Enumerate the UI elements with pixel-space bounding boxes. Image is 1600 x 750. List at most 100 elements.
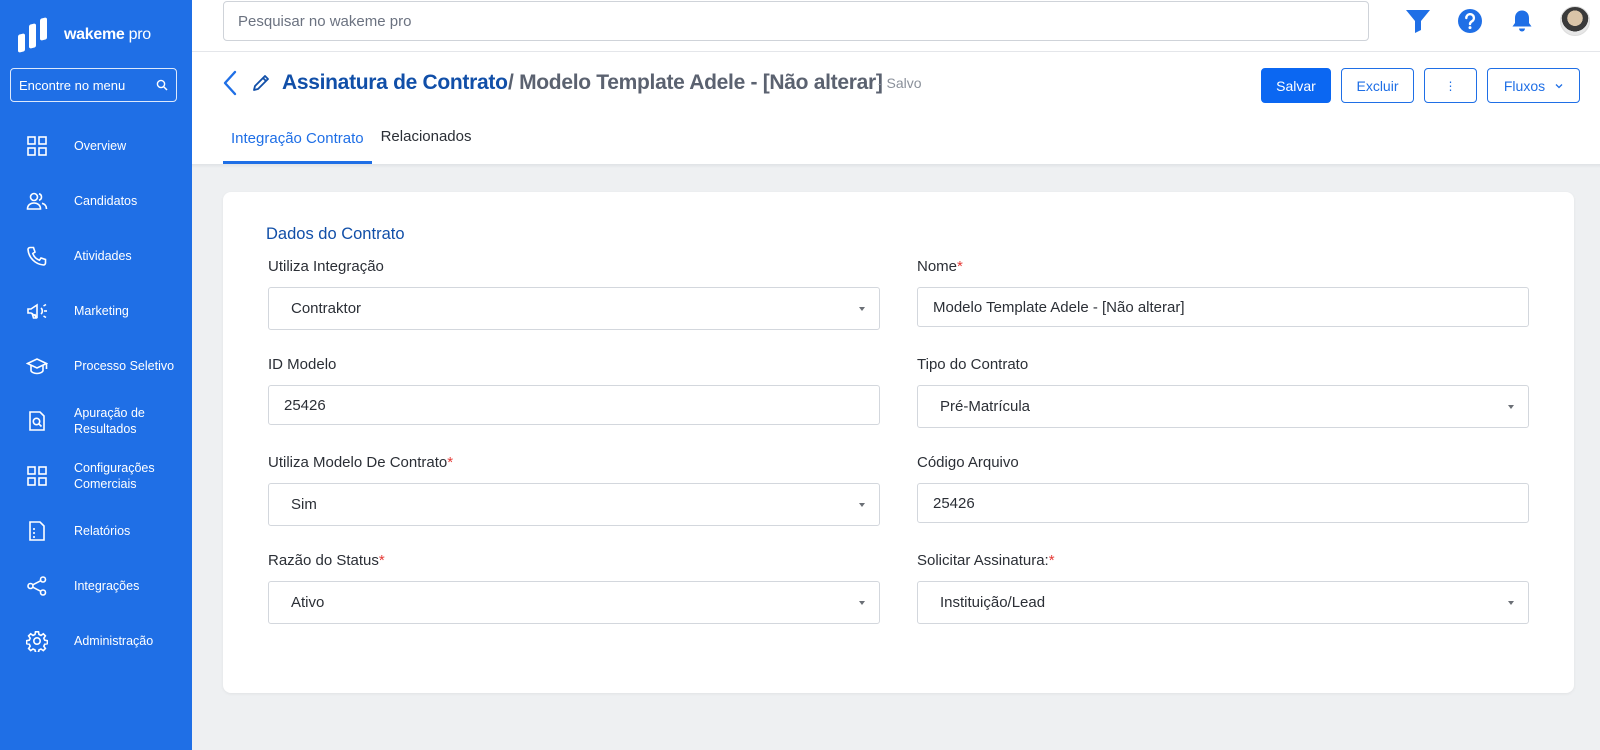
brand-logo[interactable]: wakeme pro bbox=[18, 17, 151, 53]
help-icon[interactable] bbox=[1456, 7, 1484, 35]
caret-down-icon bbox=[1508, 404, 1514, 409]
flows-button-label: Fluxos bbox=[1503, 77, 1546, 94]
field-id-modelo: ID Modelo 25426 bbox=[268, 356, 880, 425]
field-label: Razão do Status* bbox=[268, 552, 880, 572]
field-utiliza-integracao: Utiliza Integração Contraktor bbox=[268, 258, 880, 330]
field-utiliza-modelo: Utiliza Modelo De Contrato* Sim bbox=[268, 454, 880, 526]
field-label: Código Arquivo bbox=[917, 454, 1529, 474]
field-nome: Nome* Modelo Template Adele - [Não alter… bbox=[917, 258, 1529, 327]
save-status: - Salvo bbox=[878, 75, 922, 91]
nome-input[interactable]: Modelo Template Adele - [Não alterar] bbox=[917, 287, 1529, 327]
filter-icon[interactable] bbox=[1404, 7, 1432, 35]
field-label-text: Solicitar Assinatura: bbox=[917, 552, 1049, 569]
more-options-button[interactable]: ⋮ bbox=[1424, 68, 1477, 103]
tab-integracao-contrato[interactable]: Integração Contrato bbox=[223, 112, 372, 164]
megaphone-icon bbox=[26, 300, 48, 322]
page-title: Assinatura de Contrato bbox=[282, 71, 508, 94]
input-value: 25426 bbox=[933, 494, 975, 512]
input-value: Modelo Template Adele - [Não alterar] bbox=[933, 298, 1185, 316]
field-label-text: Utiliza Integração bbox=[268, 258, 384, 275]
required-marker: * bbox=[378, 552, 385, 569]
brand-name: wakeme pro bbox=[64, 26, 151, 44]
field-label: Tipo do Contrato bbox=[917, 356, 1529, 376]
razao-status-select[interactable]: Ativo bbox=[268, 581, 880, 624]
sidebar-item-apuracao-resultados[interactable]: Apuração de Resultados bbox=[0, 393, 192, 448]
sidebar-item-label: Configurações Comerciais bbox=[74, 460, 155, 491]
tab-relacionados[interactable]: Relacionados bbox=[373, 112, 480, 160]
grid-icon bbox=[26, 465, 48, 487]
sidebar-item-label: Integrações bbox=[74, 578, 140, 593]
sidebar-item-integracoes[interactable]: Integrações bbox=[0, 558, 192, 613]
field-solicitar-assinatura: Solicitar Assinatura:* Instituição/Lead bbox=[917, 552, 1529, 624]
id-modelo-input[interactable]: 25426 bbox=[268, 385, 880, 425]
global-search-input[interactable] bbox=[223, 1, 1369, 41]
field-label: Utiliza Modelo De Contrato* bbox=[268, 454, 880, 474]
sidebar-item-atividades[interactable]: Atividades bbox=[0, 228, 192, 283]
save-button[interactable]: Salvar bbox=[1261, 68, 1331, 103]
grid-icon bbox=[26, 135, 48, 157]
required-marker: * bbox=[447, 454, 454, 471]
select-value: Sim bbox=[291, 496, 317, 513]
sidebar-item-label: Atividades bbox=[74, 248, 132, 263]
tipo-contrato-select[interactable]: Pré-Matrícula bbox=[917, 385, 1529, 428]
field-label-text: Tipo do Contrato bbox=[917, 356, 1029, 373]
sidebar-item-label: Relatórios bbox=[74, 523, 131, 538]
sidebar-item-label: Candidatos bbox=[74, 193, 138, 208]
chevron-down-icon bbox=[1555, 83, 1563, 88]
search-icon bbox=[156, 79, 168, 91]
menu-search-placeholder: Encontre no menu bbox=[19, 77, 126, 93]
brand-name-light: pro bbox=[124, 26, 152, 43]
back-arrow-icon[interactable] bbox=[222, 70, 238, 96]
field-label: Nome* bbox=[917, 258, 1529, 278]
sidebar-item-processo-seletivo[interactable]: Processo Seletivo bbox=[0, 338, 192, 393]
utiliza-modelo-select[interactable]: Sim bbox=[268, 483, 880, 526]
field-codigo-arquivo: Código Arquivo 25426 bbox=[917, 454, 1529, 523]
top-bar-actions bbox=[1404, 6, 1590, 36]
field-label-text: Código Arquivo bbox=[917, 454, 1019, 471]
field-label-text: ID Modelo bbox=[268, 356, 337, 373]
codigo-arquivo-input[interactable]: 25426 bbox=[917, 483, 1529, 523]
menu-search-input[interactable]: Encontre no menu bbox=[10, 68, 177, 102]
delete-button[interactable]: Excluir bbox=[1341, 68, 1414, 103]
share-icon bbox=[26, 575, 48, 597]
caret-down-icon bbox=[859, 502, 865, 507]
field-tipo-contrato: Tipo do Contrato Pré-Matrícula bbox=[917, 356, 1529, 428]
report-icon bbox=[26, 520, 48, 542]
record-tabs: Integração Contrato Relacionados bbox=[223, 112, 481, 164]
sidebar-item-configuracoes-comerciais[interactable]: Configurações Comerciais bbox=[0, 448, 192, 503]
users-icon bbox=[26, 190, 48, 212]
document-search-icon bbox=[26, 410, 48, 432]
header-actions: Salvar Excluir ⋮ Fluxos bbox=[1261, 68, 1580, 103]
user-avatar[interactable] bbox=[1560, 6, 1590, 36]
bell-icon[interactable] bbox=[1508, 7, 1536, 35]
required-marker: * bbox=[1048, 552, 1055, 569]
contract-form-card: Dados do Contrato Utiliza Integração Con… bbox=[223, 192, 1574, 693]
section-title: Dados do Contrato bbox=[266, 225, 405, 243]
field-label: ID Modelo bbox=[268, 356, 880, 376]
utiliza-integracao-select[interactable]: Contraktor bbox=[268, 287, 880, 330]
sidebar-item-candidatos[interactable]: Candidatos bbox=[0, 173, 192, 228]
field-label: Utiliza Integração bbox=[268, 258, 880, 278]
pencil-icon[interactable] bbox=[252, 74, 270, 92]
flows-button[interactable]: Fluxos bbox=[1487, 68, 1580, 103]
top-bar bbox=[192, 0, 1600, 52]
select-value: Contraktor bbox=[291, 300, 362, 317]
input-value: 25426 bbox=[284, 396, 326, 414]
divider bbox=[192, 164, 1600, 168]
sidebar-item-administracao[interactable]: Administração bbox=[0, 613, 192, 668]
sidebar-item-relatorios[interactable]: Relatórios bbox=[0, 503, 192, 558]
phone-icon bbox=[26, 245, 48, 267]
field-label-text: Nome bbox=[917, 258, 958, 275]
sidebar-item-label: Processo Seletivo bbox=[74, 358, 175, 373]
select-value: Ativo bbox=[291, 594, 325, 611]
caret-down-icon bbox=[859, 600, 865, 605]
record-header: Assinatura de Contrato / Modelo Template… bbox=[192, 52, 1600, 164]
sidebar-item-overview[interactable]: Overview bbox=[0, 118, 192, 173]
sidebar-item-label: Apuração de Resultados bbox=[74, 405, 145, 436]
field-razao-status: Razão do Status* Ativo bbox=[268, 552, 880, 624]
sidebar-item-label: Overview bbox=[74, 138, 127, 153]
sidebar: wakeme pro Encontre no menu Overview Can… bbox=[0, 0, 192, 750]
solicitar-assinatura-select[interactable]: Instituição/Lead bbox=[917, 581, 1529, 624]
sidebar-item-marketing[interactable]: Marketing bbox=[0, 283, 192, 338]
select-value: Pré-Matrícula bbox=[940, 398, 1031, 415]
